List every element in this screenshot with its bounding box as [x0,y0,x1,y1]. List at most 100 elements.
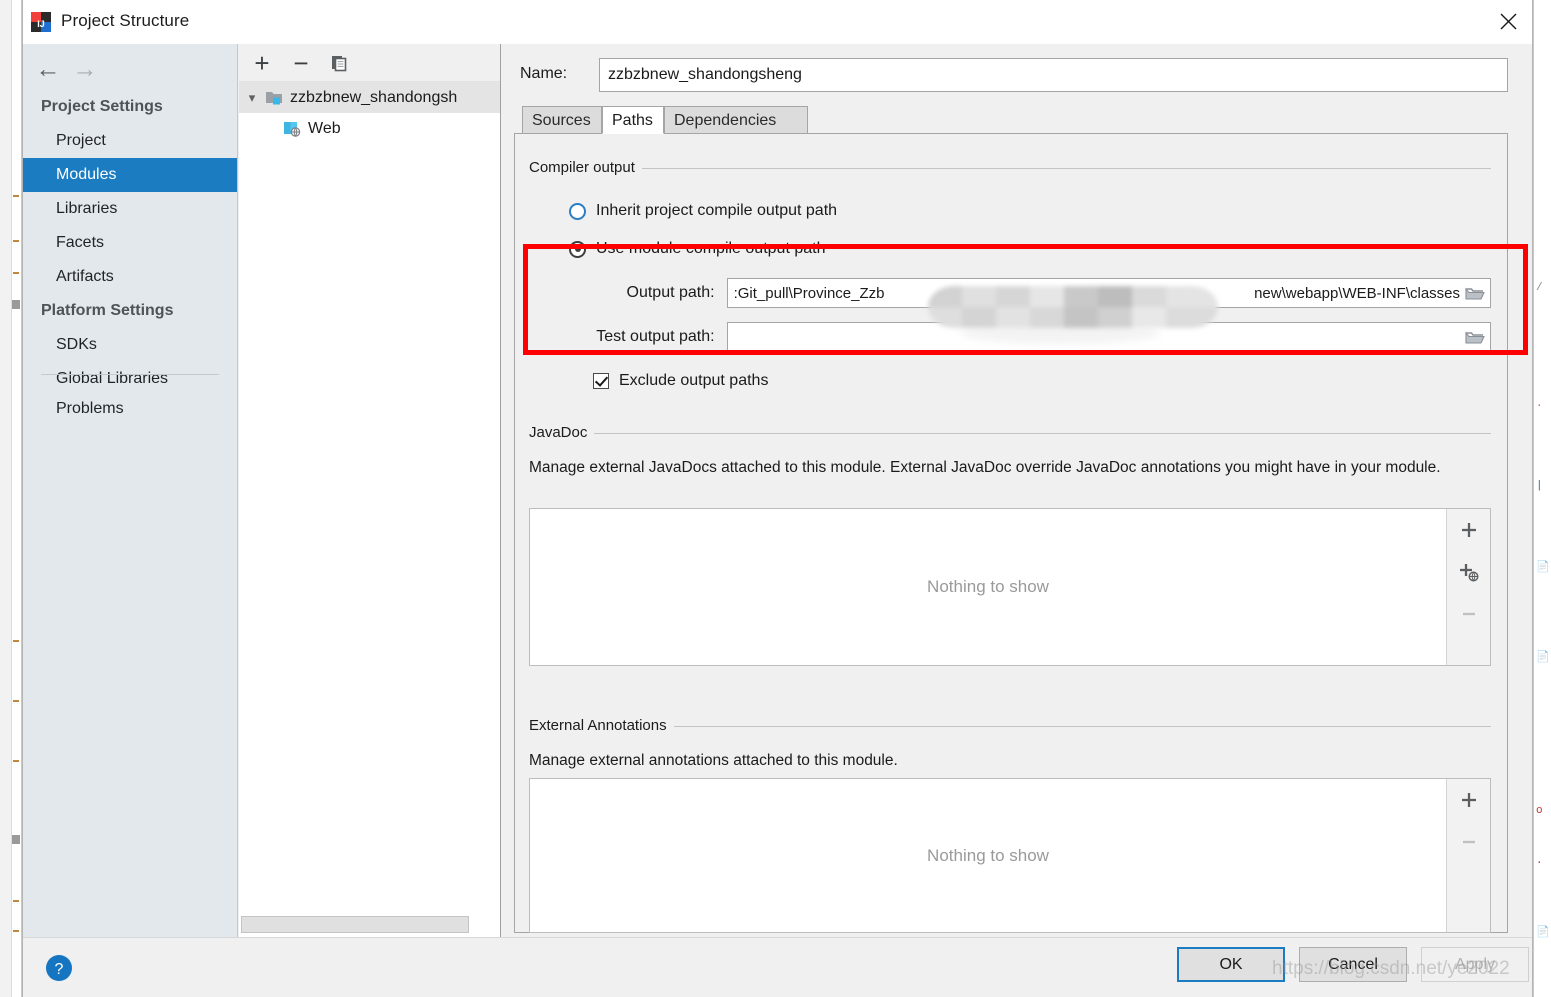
output-path-input[interactable]: :Git_pull\Province_Zzb new\webapp\WEB-IN… [726,278,1491,308]
output-path-label: Output path: [626,284,715,301]
chevron-down-icon[interactable]: ▾ [239,90,265,106]
gutter-tick [13,640,19,642]
radio-selected-icon[interactable] [569,240,586,258]
external-annotations-empty-text: Nothing to show [927,845,1049,865]
external-annotations-list[interactable]: Nothing to show [529,778,1491,933]
tab-paths[interactable]: Paths [602,106,664,134]
dialog-titlebar: IJ Project Structure [23,0,1532,44]
tree-item-label: Web [308,119,341,137]
gutter-tick [13,240,19,242]
editor-text-fragment: / [1536,282,1543,294]
sidebar-item-sdks[interactable]: SDKs [23,328,237,362]
gutter-marker [12,300,20,309]
exclude-output-paths-row[interactable]: Exclude output paths [593,372,768,390]
apply-button[interactable]: Apply [1421,947,1529,982]
tree-item-label: zzbzbnew_shandongsh [290,88,458,106]
module-name-label: Name: [520,65,568,82]
editor-text-fragment: 📄 [1536,927,1550,939]
cancel-button[interactable]: Cancel [1299,947,1407,982]
compiler-output-group: Compiler output Inherit project compile … [529,159,1491,422]
output-path-prefix: :Git_pull\Province_Zzb [733,284,885,302]
table-row[interactable]: ▾ zzbzbnew_shandongsh [239,82,500,113]
external-annotations-list-buttons [1446,779,1490,932]
minus-icon [1447,821,1491,863]
paths-tab-panel: Compiler output Inherit project compile … [514,134,1508,933]
gutter-tick [13,930,19,932]
sidebar-item-global-libraries[interactable]: Global Libraries [23,362,237,396]
gutter-tick [13,900,19,902]
sidebar-group-project-settings: Project Settings [41,98,163,115]
gutter-tick [13,272,19,274]
editor-text-fragment: 📄 [1536,562,1550,574]
output-path-row: Output path: :Git_pull\Province_Zzb new\… [589,278,1491,308]
external-annotations-group-title: External Annotations [529,717,674,734]
module-name-input[interactable] [599,58,1508,92]
module-detail-pane: Name: Sources Paths Dependencies Compile… [502,44,1532,937]
editor-text-fragment: o [1536,805,1543,817]
module-tree-toolbar: + − [239,44,500,82]
editor-gutter [0,0,12,997]
folder-browse-icon[interactable] [1465,329,1485,346]
sidebar-nav-arrows: ← → [23,48,237,88]
remove-module-button[interactable]: − [286,49,316,77]
arrow-left-icon[interactable]: ← [31,56,65,82]
svg-text:?: ? [55,961,64,978]
module-folder-icon [265,89,285,106]
tree-horizontal-scrollbar[interactable] [241,916,469,933]
inherit-output-radio-row[interactable]: Inherit project compile output path [569,202,837,220]
javadoc-group: JavaDoc Manage external JavaDocs attache… [529,424,1491,693]
sidebar-group-platform-settings: Platform Settings [41,302,174,319]
add-module-button[interactable]: + [247,49,277,77]
javadoc-group-title: JavaDoc [529,424,595,441]
inherit-output-label: Inherit project compile output path [596,202,838,219]
help-question-icon[interactable]: ? [41,950,77,986]
sidebar-divider [41,374,219,375]
project-structure-dialog: IJ Project Structure ← → Project Setting… [22,0,1533,997]
background-editor-left-strip [0,0,22,997]
radio-unselected-icon[interactable] [569,202,586,220]
external-annotations-group: External Annotations Manage external ann… [529,717,1491,956]
module-name-row: Name: [514,58,1508,92]
dialog-body: ← → Project Settings Project Modules Lib… [23,44,1532,937]
table-row[interactable]: Web [239,113,500,144]
tab-dependencies[interactable]: Dependencies [664,106,808,134]
javadoc-list-buttons [1446,509,1490,665]
javadoc-empty-text: Nothing to show [927,577,1049,596]
plus-icon[interactable] [1447,509,1491,551]
tab-sources[interactable]: Sources [522,106,602,134]
sidebar-item-project[interactable]: Project [23,124,237,158]
dialog-footer: ? OK Cancel Apply [23,937,1532,997]
copy-icon[interactable] [324,49,354,77]
editor-text-fragment: . [1536,398,1543,410]
group-divider-line [529,433,1491,434]
sidebar-item-facets[interactable]: Facets [23,226,237,260]
close-icon[interactable] [1484,0,1532,43]
test-output-path-label: Test output path: [596,328,715,345]
ok-button[interactable]: OK [1177,947,1285,982]
use-module-output-label: Use module compile output path [596,240,826,257]
arrow-right-icon[interactable]: → [68,56,102,82]
checkbox-checked-icon[interactable] [593,373,609,389]
intellij-idea-icon: IJ [30,11,52,33]
compiler-output-group-title: Compiler output [529,159,642,176]
use-module-output-radio-row[interactable]: Use module compile output path [569,240,825,258]
module-tabs: Sources Paths Dependencies [514,106,1508,134]
gutter-marker [12,835,20,844]
plus-url-icon[interactable] [1447,551,1491,593]
page-title: Project Structure [61,11,190,30]
sidebar-item-libraries[interactable]: Libraries [23,192,237,226]
output-path-middle-redacted [884,285,1254,302]
editor-text-fragment: . [1536,855,1543,867]
exclude-output-paths-label: Exclude output paths [619,372,769,389]
javadoc-description: Manage external JavaDocs attached to thi… [529,459,1441,476]
editor-text-fragment: 📄 [1536,652,1550,664]
sidebar-item-modules[interactable]: Modules [23,158,237,192]
sidebar-item-artifacts[interactable]: Artifacts [23,260,237,294]
gutter-tick [13,195,19,197]
plus-icon[interactable] [1447,779,1491,821]
sidebar-item-problems[interactable]: Problems [23,392,237,426]
output-path-suffix: new\webapp\WEB-INF\classes [1254,284,1460,302]
javadoc-list[interactable]: Nothing to show [529,508,1491,666]
web-facet-icon [283,120,303,137]
folder-browse-icon[interactable] [1465,285,1485,302]
